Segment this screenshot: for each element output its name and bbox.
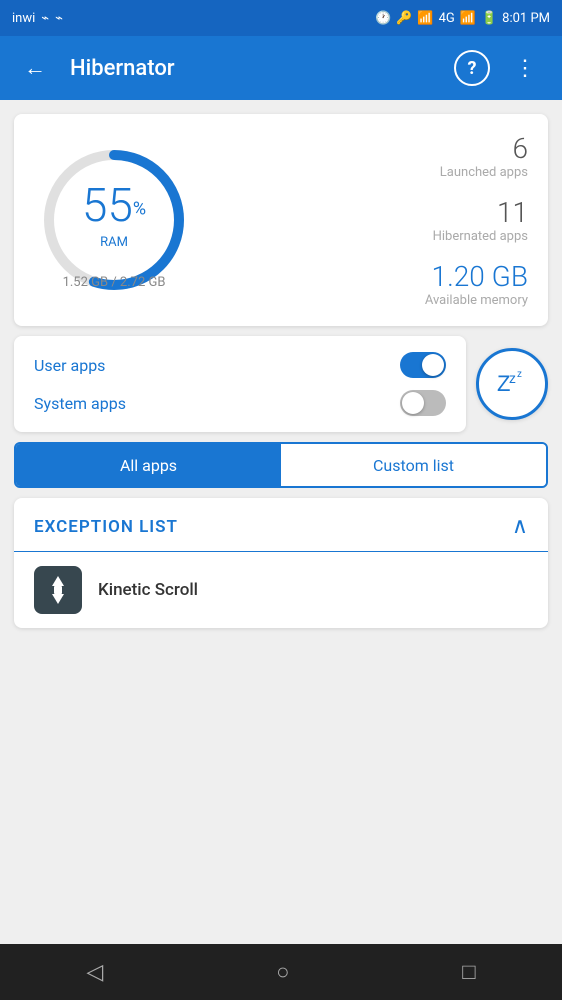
status-right: 🕐 🔑 📶 4G 📶 🔋 8:01 PM: [375, 11, 550, 26]
battery-icon: 🔋: [481, 11, 497, 26]
time-label: 8:01 PM: [502, 11, 550, 26]
status-bar: inwi ⌁ ⌁ 🕐 🔑 📶 4G 📶 🔋 8:01 PM: [0, 0, 562, 36]
percent-display: 55%: [82, 179, 146, 233]
network-label: 4G: [439, 11, 455, 26]
ram-circle: 55% RAM 1.52 GB / 2.72 GB: [34, 140, 194, 300]
wifi-icon: 📶: [417, 11, 433, 26]
ram-usage: 1.52 GB / 2.72 GB: [63, 275, 166, 290]
status-left: inwi ⌁ ⌁: [12, 11, 63, 26]
toggle-card: User apps System apps: [14, 336, 466, 432]
nav-back-button[interactable]: ◁: [74, 948, 115, 997]
nav-home-button[interactable]: ○: [264, 947, 301, 997]
exception-header: Exception List ∧: [14, 498, 548, 552]
bottom-nav: ◁ ○ □: [0, 944, 562, 1000]
circle-center: 55% RAM: [82, 179, 146, 250]
help-button[interactable]: ?: [454, 50, 490, 86]
usb-icon: ⌁: [41, 11, 49, 26]
available-memory-label: Available memory: [425, 293, 528, 308]
system-apps-toggle[interactable]: [400, 390, 446, 416]
hibernated-apps-number: 11: [433, 196, 528, 229]
tab-all-apps[interactable]: All apps: [16, 444, 281, 486]
stats-right: 6 Launched apps 11 Hibernated apps 1.20 …: [214, 132, 528, 308]
hibernated-apps-block: 11 Hibernated apps: [433, 196, 528, 244]
hibernated-apps-label: Hibernated apps: [433, 229, 528, 244]
sleep-button[interactable]: Z z z: [476, 348, 548, 420]
back-button[interactable]: ←: [16, 47, 54, 89]
top-bar: ← Hibernator ? ⋮: [0, 36, 562, 100]
tab-custom-list[interactable]: Custom list: [281, 444, 546, 486]
kinetic-app-icon: [34, 566, 82, 614]
available-memory-value: 1.20 GB: [425, 260, 528, 293]
launched-apps-number: 6: [440, 132, 528, 165]
user-apps-row: User apps: [34, 352, 446, 378]
nav-recent-button[interactable]: □: [450, 947, 487, 997]
available-memory-block: 1.20 GB Available memory: [425, 260, 528, 308]
percent-suffix: %: [133, 198, 146, 219]
percent-value: 55: [82, 179, 133, 233]
exception-card: Exception List ∧ Kinetic Scroll: [14, 498, 548, 628]
ram-label: RAM: [82, 235, 146, 250]
tab-bar: All apps Custom list: [14, 442, 548, 488]
exception-collapse-icon[interactable]: ∧: [512, 514, 528, 539]
carrier-label: inwi: [12, 11, 35, 26]
usb2-icon: ⌁: [55, 11, 63, 26]
stats-card: 55% RAM 1.52 GB / 2.72 GB 6 Launched app…: [14, 114, 548, 326]
system-apps-label: System apps: [34, 394, 126, 413]
system-apps-row: System apps: [34, 390, 446, 416]
user-apps-label: User apps: [34, 356, 105, 375]
system-apps-knob: [402, 392, 424, 414]
svg-text:z: z: [517, 369, 522, 380]
exception-item-kinetic: Kinetic Scroll: [14, 552, 548, 628]
user-apps-knob: [422, 354, 444, 376]
signal-icon: 📶: [460, 11, 476, 26]
toggle-row: User apps System apps Z z z: [14, 336, 548, 432]
user-apps-toggle[interactable]: [400, 352, 446, 378]
app-title: Hibernator: [70, 56, 438, 81]
launched-apps-block: 6 Launched apps: [440, 132, 528, 180]
key-icon: 🔑: [396, 11, 412, 26]
launched-apps-label: Launched apps: [440, 165, 528, 180]
menu-button[interactable]: ⋮: [506, 48, 546, 89]
exception-title: Exception List: [34, 517, 178, 537]
main-content: 55% RAM 1.52 GB / 2.72 GB 6 Launched app…: [0, 100, 562, 944]
alarm-icon: 🕐: [375, 11, 391, 26]
svg-text:z: z: [509, 370, 516, 386]
kinetic-app-name: Kinetic Scroll: [98, 580, 198, 600]
